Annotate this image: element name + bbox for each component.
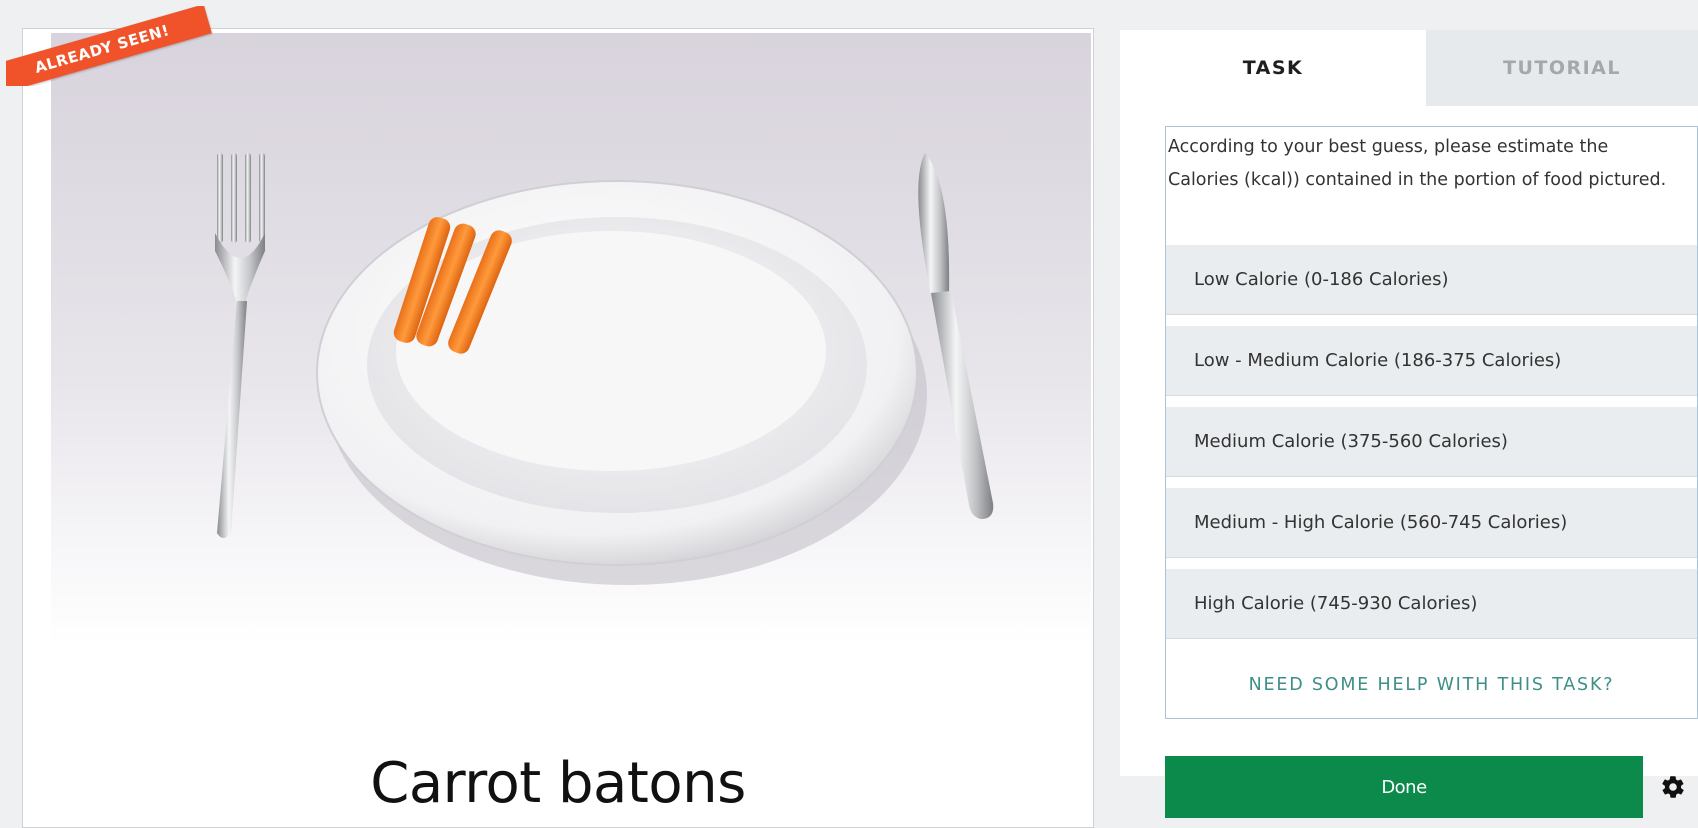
task-box: According to your best guess, please est… (1165, 126, 1698, 719)
tab-tutorial[interactable]: TUTORIAL (1426, 30, 1698, 106)
answer-medium-high[interactable]: Medium - High Calorie (560-745 Calories) (1166, 488, 1697, 558)
tab-task[interactable]: TASK (1120, 30, 1426, 106)
subject-caption: Carrot batons (370, 751, 746, 816)
done-button[interactable]: Done (1165, 756, 1643, 818)
subject-viewer: Carrot batons (22, 28, 1094, 828)
answer-high[interactable]: High Calorie (745-930 Calories) (1166, 569, 1697, 639)
task-instructions: According to your best guess, please est… (1168, 137, 1667, 190)
answer-list: Low Calorie (0-186 Calories) Low - Mediu… (1166, 245, 1697, 650)
answer-low-medium[interactable]: Low - Medium Calorie (186-375 Calories) (1166, 326, 1697, 396)
subject-image (51, 33, 1091, 643)
tab-bar: TASK TUTORIAL (1120, 30, 1698, 106)
answer-medium[interactable]: Medium Calorie (375-560 Calories) (1166, 407, 1697, 477)
help-link[interactable]: NEED SOME HELP WITH THIS TASK? (1166, 675, 1697, 695)
task-body: According to your best guess, please est… (1120, 106, 1698, 776)
task-panel: TASK TUTORIAL According to your best gue… (1120, 30, 1698, 824)
gear-icon[interactable] (1660, 774, 1686, 800)
answer-low[interactable]: Low Calorie (0-186 Calories) (1166, 245, 1697, 315)
